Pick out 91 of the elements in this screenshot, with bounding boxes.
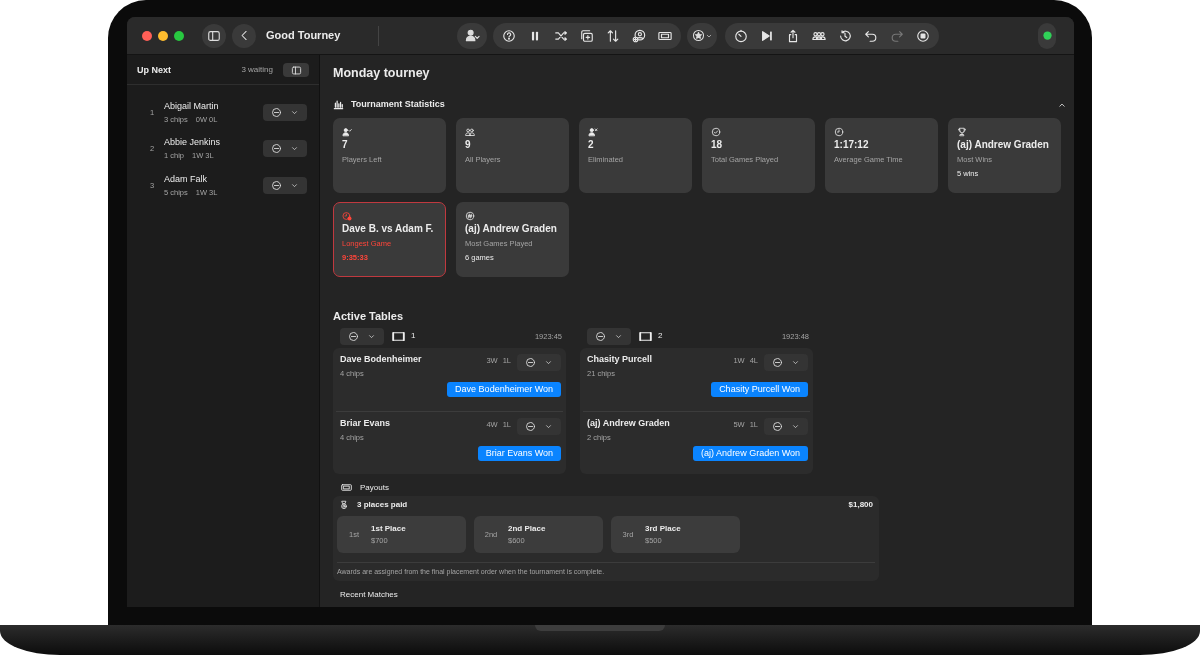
minus-circle-icon xyxy=(525,357,536,369)
person-remove-icon xyxy=(588,126,598,137)
share-icon xyxy=(786,28,800,43)
place-name: 1st Place xyxy=(371,523,406,534)
alert-clock-icon xyxy=(342,210,352,221)
status-dropdown[interactable] xyxy=(263,176,307,194)
minus-circle-icon xyxy=(595,330,606,342)
stat-value: 2 xyxy=(588,138,594,151)
stat-value: 18 xyxy=(711,138,723,151)
sidebar-toggle-button[interactable] xyxy=(202,23,226,48)
history-icon xyxy=(838,28,852,43)
status-dropdown[interactable] xyxy=(263,140,307,158)
section-title: Tournament Statistics xyxy=(351,99,445,110)
status-dropdown[interactable] xyxy=(764,418,808,436)
minus-circle-icon xyxy=(271,143,282,155)
winner-button[interactable]: Briar Evans Won xyxy=(477,446,561,461)
player-menu-button[interactable] xyxy=(457,22,487,49)
status-dot-icon xyxy=(1041,30,1053,41)
place-name: 2nd Place xyxy=(508,523,546,534)
player-name: Chasity Purcell xyxy=(587,354,654,365)
window-control[interactable] xyxy=(142,30,152,41)
stat-value: (aj) Andrew Graden xyxy=(957,138,1049,151)
player-name: Abbie Jenkins xyxy=(164,137,222,149)
clock-icon xyxy=(834,126,844,137)
minus-circle-icon xyxy=(271,179,282,191)
window-control[interactable] xyxy=(158,30,168,41)
player-name: Briar Evans xyxy=(340,418,392,429)
stop-icon xyxy=(916,28,930,43)
table-number: 1 xyxy=(411,331,416,341)
winner-button[interactable]: Dave Bodenheimer Won xyxy=(447,382,561,397)
sort-icon xyxy=(606,28,620,43)
minus-circle-icon xyxy=(772,357,783,369)
section-title: Payouts xyxy=(360,482,389,493)
minus-circle-icon xyxy=(525,421,536,433)
person-icon xyxy=(464,28,480,43)
status-dropdown[interactable] xyxy=(263,103,307,121)
waiting-count: 3 waiting xyxy=(241,65,273,75)
redo-icon xyxy=(890,28,904,43)
panel-toggle-button[interactable] xyxy=(283,63,309,77)
status-dropdown[interactable] xyxy=(517,418,561,436)
status-dropdown[interactable] xyxy=(340,327,384,345)
minus-circle-icon xyxy=(772,421,783,433)
page-title: Monday tourney xyxy=(333,66,430,81)
person-check-icon xyxy=(342,126,352,137)
person-circle-icon xyxy=(632,28,646,43)
help-icon xyxy=(502,28,516,43)
ticket-icon xyxy=(341,482,352,494)
status-dropdown[interactable] xyxy=(764,354,808,372)
stat-value: 1:17:12 xyxy=(834,138,869,151)
number-icon xyxy=(465,210,475,221)
people-icon xyxy=(465,126,475,137)
sidebar-title: Up Next xyxy=(137,64,171,76)
timer-icon xyxy=(734,28,748,43)
window-title: Good Tourney xyxy=(266,28,342,43)
player-name: Abigail Martin xyxy=(164,100,220,112)
sidebar-icon xyxy=(290,64,302,76)
trophy-icon xyxy=(957,126,967,137)
minus-circle-icon xyxy=(348,330,359,342)
table-icon xyxy=(392,329,405,343)
star-icon xyxy=(691,29,705,42)
payout-total: $1,800 xyxy=(848,500,873,510)
bar-chart-icon xyxy=(333,99,344,110)
stat-value: (aj) Andrew Graden xyxy=(465,222,557,235)
window-control[interactable] xyxy=(174,30,184,41)
minus-circle-icon xyxy=(271,106,282,118)
stat-value: 7 xyxy=(342,138,348,151)
undo-icon xyxy=(864,28,878,43)
shuffle-icon xyxy=(554,28,568,43)
back-button[interactable] xyxy=(232,23,256,48)
player-name: (aj) Andrew Graden xyxy=(587,418,671,429)
favorite-menu-button[interactable] xyxy=(687,22,717,49)
sidebar-icon xyxy=(207,28,221,43)
places-paid: 3 places paid xyxy=(357,500,408,510)
stat-value: Dave B. vs Adam F. xyxy=(342,222,434,235)
stat-value: 9 xyxy=(465,138,471,151)
add-window-icon xyxy=(580,28,594,43)
table-icon xyxy=(639,329,652,343)
winner-button[interactable]: (aj) Andrew Graden Won xyxy=(693,446,808,461)
player-name: Adam Falk xyxy=(164,173,208,185)
table-number: 2 xyxy=(658,331,663,341)
status-dropdown[interactable] xyxy=(517,354,561,372)
place-name: 3rd Place xyxy=(645,523,681,534)
status-button[interactable] xyxy=(1038,22,1056,49)
medal-icon xyxy=(339,500,349,511)
status-dropdown[interactable] xyxy=(587,327,631,345)
check-circle-icon xyxy=(711,126,721,137)
winner-button[interactable]: Chasity Purcell Won xyxy=(711,382,808,397)
skip-icon xyxy=(760,28,774,43)
section-title: Active Tables xyxy=(333,310,404,322)
section-title: Recent Matches xyxy=(340,589,398,599)
player-name: Dave Bodenheimer xyxy=(340,354,423,365)
